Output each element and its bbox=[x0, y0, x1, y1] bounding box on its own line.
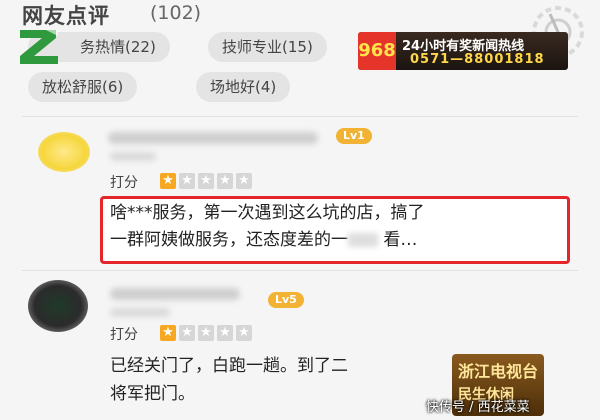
star-empty-icon: ★ bbox=[179, 325, 195, 341]
review-text-part: 看… bbox=[378, 230, 418, 250]
tag-label: 放松舒服(6) bbox=[42, 78, 124, 96]
star-empty-icon: ★ bbox=[198, 173, 214, 189]
score-label: 打分 bbox=[110, 327, 138, 343]
level-badge: Lv5 bbox=[268, 292, 304, 308]
star-rating: ★ ★ ★ ★ ★ bbox=[160, 173, 252, 189]
review-screen: 网友点评 (102) 务热情(22) 技师专业(15) 放松舒服(6) 场地好(… bbox=[0, 0, 600, 420]
reviewer-name-blurred bbox=[108, 132, 318, 144]
tag-chip[interactable]: 技师专业(15) bbox=[208, 32, 327, 62]
news-hotline-banner: 968 24小时有奖新闻热线 0571—88001818 bbox=[358, 32, 568, 70]
star-empty-icon: ★ bbox=[198, 325, 214, 341]
tag-label: 务热情(22) bbox=[80, 38, 156, 56]
blurred-word bbox=[348, 233, 378, 247]
hotline-number: 968 bbox=[358, 32, 396, 70]
review-item: Lv1 打分 ★ ★ ★ ★ ★ 啥***服务，第一次遇到这么坑的店，搞了 一群… bbox=[0, 118, 600, 268]
tag-chip[interactable]: 放松舒服(6) bbox=[28, 72, 138, 102]
divider bbox=[22, 270, 578, 271]
level-badge: Lv1 bbox=[336, 128, 372, 144]
tag-chip[interactable]: 场地好(4) bbox=[196, 72, 291, 102]
tag-label: 技师专业(15) bbox=[222, 38, 313, 56]
star-filled-icon: ★ bbox=[160, 173, 176, 189]
review-count: (102) bbox=[150, 2, 202, 24]
reviewer-name-blurred bbox=[110, 288, 240, 300]
channel-logo-icon bbox=[20, 30, 58, 64]
review-text: 已经关门了，白跑一趟。到了二 将军把门。 bbox=[110, 352, 348, 408]
review-text: 啥***服务，第一次遇到这么坑的店，搞了 一群阿姨做服务，还态度差的一 看… bbox=[110, 200, 425, 254]
score-label: 打分 bbox=[110, 175, 138, 191]
star-empty-icon: ★ bbox=[217, 173, 233, 189]
star-empty-icon: ★ bbox=[236, 173, 252, 189]
avatar[interactable] bbox=[28, 280, 88, 332]
star-empty-icon: ★ bbox=[217, 325, 233, 341]
watermark: 快传号 / 西花菜菜 bbox=[426, 400, 530, 415]
star-empty-icon: ★ bbox=[236, 325, 252, 341]
hotline-phone: 0571—88001818 bbox=[410, 52, 545, 67]
review-text-line: 将军把门。 bbox=[110, 384, 195, 404]
avatar[interactable] bbox=[38, 132, 90, 172]
review-text-part: 一群阿姨做服务，还态度差的一 bbox=[110, 230, 348, 250]
review-date-blurred bbox=[110, 308, 170, 317]
divider bbox=[22, 116, 578, 117]
star-rating: ★ ★ ★ ★ ★ bbox=[160, 325, 252, 341]
tag-label: 场地好(4) bbox=[210, 78, 277, 96]
station-name: 浙江电视台 bbox=[458, 362, 539, 381]
star-filled-icon: ★ bbox=[160, 325, 176, 341]
star-empty-icon: ★ bbox=[179, 173, 195, 189]
review-text-line: 啥***服务，第一次遇到这么坑的店，搞了 bbox=[110, 203, 425, 223]
review-text-line: 已经关门了，白跑一趟。到了二 bbox=[110, 356, 348, 376]
review-date-blurred bbox=[110, 152, 156, 161]
review-text-line: 一群阿姨做服务，还态度差的一 看… bbox=[110, 227, 425, 254]
